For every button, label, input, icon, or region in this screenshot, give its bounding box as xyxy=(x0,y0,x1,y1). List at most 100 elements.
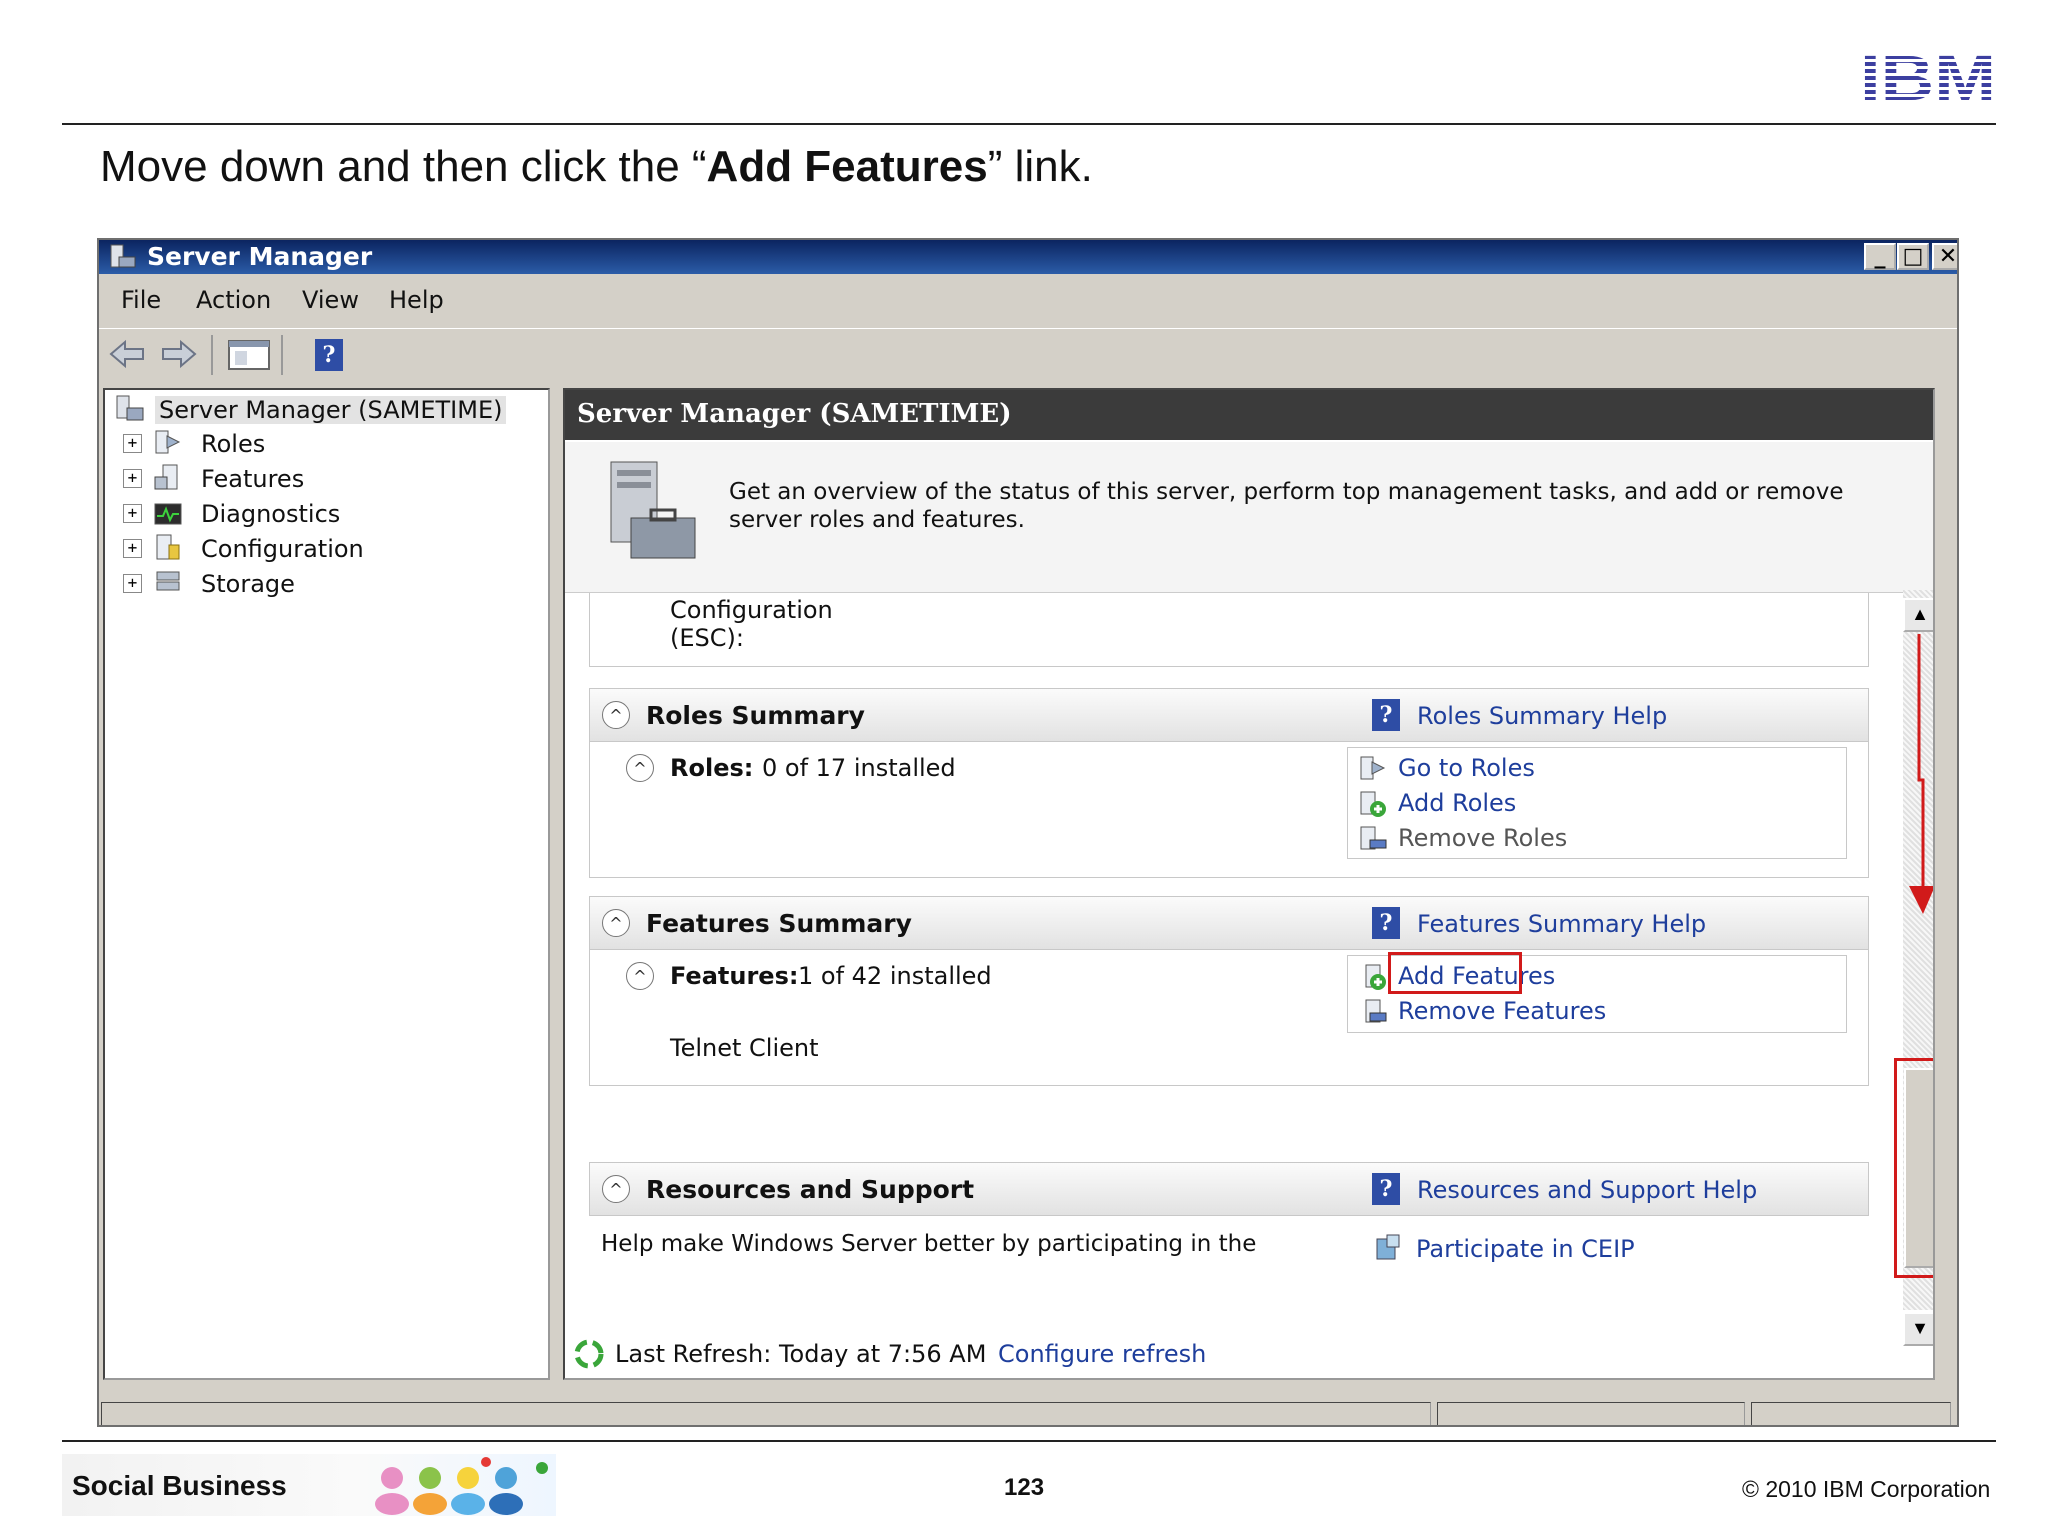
configure-refresh-link[interactable]: Configure refresh xyxy=(998,1340,1206,1368)
tree-item-storage[interactable]: Storage xyxy=(201,570,295,598)
resources-header[interactable]: ^ Resources and Support ? Resources and … xyxy=(589,1162,1869,1216)
menu-file[interactable]: File xyxy=(121,286,161,314)
people-graphic xyxy=(375,1457,548,1515)
instruction-text: Move down and then click the “Add Featur… xyxy=(100,142,1093,191)
minimize-button[interactable]: _ xyxy=(1864,243,1896,270)
add-roles-link[interactable]: Add Roles xyxy=(1398,789,1516,817)
features-icon xyxy=(154,464,178,490)
diagnostics-icon xyxy=(154,503,182,525)
footer-divider xyxy=(62,1440,1996,1442)
roles-summary-header[interactable]: ^ Roles Summary ? Roles Summary Help xyxy=(589,688,1869,742)
status-panel xyxy=(1751,1402,1951,1425)
title-bar[interactable]: Server Manager _ □ ✕ xyxy=(99,240,1957,274)
ceip-icon xyxy=(1376,1234,1400,1260)
social-business-label: Social Business xyxy=(72,1470,287,1501)
go-to-roles-link[interactable]: Go to Roles xyxy=(1398,754,1535,782)
toolbar-separator xyxy=(281,335,283,375)
server-manager-icon xyxy=(110,244,136,268)
last-refresh-text: Last Refresh: Today at 7:56 AM xyxy=(615,1340,987,1368)
resources-help-link[interactable]: Resources and Support Help xyxy=(1417,1176,1757,1204)
tree-item-features[interactable]: Features xyxy=(201,465,304,493)
expand-configuration-icon[interactable]: + xyxy=(123,539,142,558)
expand-diagnostics-icon[interactable]: + xyxy=(123,504,142,523)
remove-roles-link[interactable]: Remove Roles xyxy=(1398,824,1567,852)
features-actions: Add Features Remove Features xyxy=(1347,952,1847,1033)
features-count: 1 of 42 installed xyxy=(798,962,992,990)
storage-icon xyxy=(156,571,180,591)
ibm-logo: IBM xyxy=(1860,48,1996,106)
scroll-thumb-highlight xyxy=(1894,1058,1933,1278)
collapse-features-summary-icon[interactable]: ^ xyxy=(602,909,630,937)
expand-roles-icon[interactable]: + xyxy=(123,434,142,453)
back-icon[interactable] xyxy=(107,337,147,371)
tree-item-configuration[interactable]: Configuration xyxy=(201,535,364,563)
help-icon: ? xyxy=(1372,907,1400,939)
window-title: Server Manager xyxy=(147,242,373,271)
collapse-resources-icon[interactable]: ^ xyxy=(602,1175,630,1203)
remove-roles-icon xyxy=(1360,826,1387,850)
status-bar xyxy=(99,1400,1957,1425)
expand-features-icon[interactable]: + xyxy=(123,469,142,488)
forward-icon[interactable] xyxy=(159,337,199,371)
configuration-icon xyxy=(156,534,180,560)
features-summary-help-link[interactable]: Features Summary Help xyxy=(1417,910,1706,938)
roles-icon xyxy=(155,430,181,454)
help-icon[interactable]: ? xyxy=(315,339,343,371)
scroll-arrow-annotation xyxy=(1909,634,1933,914)
roles-summary-help-link[interactable]: Roles Summary Help xyxy=(1417,702,1667,730)
server-toolbox-icon xyxy=(610,461,696,559)
details-pane: Server Manager (SAMETIME) Get an overvie… xyxy=(563,388,1935,1380)
intro-text: Get an overview of the status of this se… xyxy=(729,479,1844,533)
add-roles-icon xyxy=(1360,791,1386,817)
partial-label: Configuration xyxy=(670,596,833,624)
roles-label: Roles: xyxy=(670,754,754,782)
intro-banner: Get an overview of the status of this se… xyxy=(565,442,1933,593)
show-hide-console-tree-icon[interactable] xyxy=(227,337,271,373)
social-business-banner: Social Business xyxy=(62,1454,556,1516)
features-summary-body: ^ Features: 1 of 42 installed Telnet Cli… xyxy=(589,950,1869,1086)
features-summary-header[interactable]: ^ Features Summary ? Features Summary He… xyxy=(589,896,1869,950)
close-button[interactable]: ✕ xyxy=(1932,243,1957,270)
details-header-title: Server Manager (SAMETIME) xyxy=(577,399,1012,429)
page-number: 123 xyxy=(1004,1474,1045,1501)
server-manager-window: Server Manager _ □ ✕ File Action View He… xyxy=(97,238,1959,1427)
features-label: Features: xyxy=(670,962,799,990)
features-summary-title: Features Summary xyxy=(646,909,912,938)
roles-summary-title: Roles Summary xyxy=(646,701,865,730)
menu-action[interactable]: Action xyxy=(196,286,271,314)
header-divider xyxy=(62,123,1996,125)
status-panel xyxy=(1437,1402,1745,1425)
remove-features-icon xyxy=(1365,999,1387,1023)
menu-help[interactable]: Help xyxy=(389,286,444,314)
add-features-icon xyxy=(1365,964,1386,990)
toolbar-separator xyxy=(211,335,213,375)
add-features-highlight xyxy=(1388,952,1522,994)
scroll-down-button[interactable]: ▼ xyxy=(1903,1312,1933,1346)
remove-features-link[interactable]: Remove Features xyxy=(1398,997,1606,1025)
details-header: Server Manager (SAMETIME) xyxy=(565,390,1933,440)
maximize-button[interactable]: □ xyxy=(1897,243,1929,270)
help-icon: ? xyxy=(1372,699,1400,731)
summary-content: Configuration (ESC): ^ Roles Summary ? R… xyxy=(589,593,1889,1333)
tree-item-diagnostics[interactable]: Diagnostics xyxy=(201,500,340,528)
help-icon: ? xyxy=(1372,1173,1400,1205)
menu-view[interactable]: View xyxy=(302,286,359,314)
refresh-icon xyxy=(574,1339,604,1369)
participate-ceip-link[interactable]: Participate in CEIP xyxy=(1416,1235,1635,1263)
partial-label: (ESC): xyxy=(670,624,744,652)
ceip-text: Help make Windows Server better by parti… xyxy=(601,1231,1257,1257)
roles-count: 0 of 17 installed xyxy=(762,754,956,782)
tree-item-roles[interactable]: Roles xyxy=(201,430,265,458)
collapse-features-icon[interactable]: ^ xyxy=(626,962,654,990)
collapse-roles-summary-icon[interactable]: ^ xyxy=(602,701,630,729)
expand-storage-icon[interactable]: + xyxy=(123,574,142,593)
collapse-roles-icon[interactable]: ^ xyxy=(626,754,654,782)
status-panel xyxy=(101,1402,1431,1425)
console-tree: Server Manager (SAMETIME) + Roles + Feat… xyxy=(103,388,550,1380)
resources-title: Resources and Support xyxy=(646,1175,975,1204)
scroll-up-button[interactable]: ▲ xyxy=(1903,598,1933,632)
server-manager-icon xyxy=(116,395,144,421)
tree-root[interactable]: Server Manager (SAMETIME) xyxy=(155,396,507,424)
toolbar: ? xyxy=(99,328,1957,379)
go-to-roles-icon xyxy=(1360,756,1386,780)
